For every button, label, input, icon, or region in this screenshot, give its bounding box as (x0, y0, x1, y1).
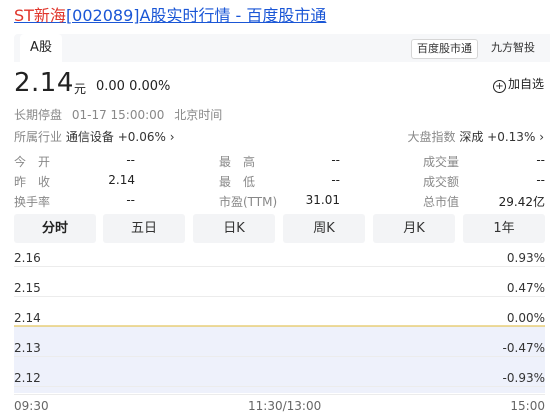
stock-name[interactable]: ST新海 (14, 6, 66, 25)
tab-intraday[interactable]: 分时 (14, 214, 96, 243)
source-link-jiufang[interactable]: 九方智投 (491, 39, 535, 57)
tab-monthly-k[interactable]: 月K (373, 214, 455, 243)
y-tick-label: 2.13 (14, 341, 41, 355)
market-tabbar: A股 百度股市通 九方智投 (14, 34, 550, 62)
add-circle-icon: + (492, 80, 506, 93)
stat-value-market-cap: 29.42亿 (498, 195, 545, 209)
pct-tick-label: 0.00% (506, 311, 545, 325)
chart-canvas (14, 266, 545, 395)
x-tick-label: 15:00 (510, 399, 545, 413)
stat-label-volume: 成交量 (423, 155, 460, 169)
stat-value-pe-ttm: 31.01 (305, 193, 340, 207)
y-tick-label: 2.16 (14, 251, 41, 265)
x-tick-label: 09:30 (14, 399, 49, 413)
title-rest[interactable]: [002089]A股实时行情 - 百度股市通 (66, 6, 326, 25)
chart-below-fill (14, 326, 545, 393)
current-price: 2.14 (14, 68, 74, 98)
intraday-chart: 2.16 0.93% 2.15 0.47% 2.14 0.00% 2.13 -0.47% 2.1… (0, 243, 550, 417)
y-tick-label: 2.14 (14, 311, 41, 325)
stat-label-high: 最 高 (219, 155, 256, 169)
industry-label: 所属行业 (14, 130, 63, 144)
source-button-baidu[interactable]: 百度股市通 (411, 39, 478, 59)
pct-tick-label: 0.47% (506, 281, 545, 295)
stat-label-turnover: 成交额 (423, 175, 460, 189)
pct-tick-label: 0.93% (506, 251, 545, 265)
tab-a-share[interactable]: A股 (20, 34, 62, 62)
industry-name: 通信设备 (65, 130, 114, 144)
index-label: 大盘指数 (407, 130, 456, 144)
chevron-right-icon: › (169, 130, 175, 144)
stat-value-open: -- (126, 153, 135, 167)
stat-value-high: -- (331, 153, 340, 167)
add-watchlist-label: 加自选 (507, 77, 544, 91)
market-index-link[interactable]: 大盘指数 深成 +0.13% › (407, 128, 544, 145)
tab-one-year[interactable]: 1年 (463, 214, 545, 243)
industry-link[interactable]: 所属行业 通信设备 +0.06% › (14, 128, 175, 145)
price-unit: 元 (74, 82, 87, 96)
stat-label-prev-close: 昨 收 (14, 175, 51, 189)
tab-daily-k[interactable]: 日K (193, 214, 275, 243)
stat-label-turnover-rate: 换手率 (14, 195, 51, 209)
price-change: 0.00 0.00% (96, 79, 171, 94)
y-tick-label: 2.12 (14, 371, 41, 385)
suspension-status: 长期停盘 (14, 108, 63, 122)
index-change: +0.13% (487, 130, 536, 144)
page-title[interactable]: ST新海[002089]A股实时行情 - 百度股市通 (14, 2, 326, 26)
trading-status: 长期停盘 01-17 15:00:00 北京时间 (14, 106, 228, 123)
tab-five-day[interactable]: 五日 (103, 214, 185, 243)
stat-value-prev-close: 2.14 (108, 173, 135, 187)
industry-change: +0.06% (117, 130, 166, 144)
stat-value-low: -- (331, 173, 340, 187)
index-name: 深成 (459, 130, 484, 144)
status-timezone: 北京时间 (174, 108, 223, 122)
stat-label-low: 最 低 (219, 175, 256, 189)
y-tick-label: 2.15 (14, 281, 41, 295)
stat-value-volume: -- (536, 153, 545, 167)
x-tick-label: 11:30/13:00 (248, 399, 322, 413)
stat-label-market-cap: 总市值 (423, 195, 460, 209)
stat-label-open: 今 开 (14, 155, 51, 169)
pct-tick-label: -0.47% (502, 341, 545, 355)
stat-label-pe-ttm: 市盈(TTM) (219, 195, 278, 209)
add-watchlist-button[interactable]: + 加自选 (492, 75, 544, 93)
tab-weekly-k[interactable]: 周K (283, 214, 365, 243)
stat-value-turnover-rate: -- (126, 193, 135, 207)
stat-value-turnover: -- (536, 173, 545, 187)
pct-tick-label: -0.93% (502, 371, 545, 385)
status-timestamp: 01-17 15:00:00 (71, 108, 165, 122)
chart-period-tabs: 分时 五日 日K 周K 月K 1年 (14, 214, 550, 243)
chevron-right-icon: › (539, 130, 544, 144)
